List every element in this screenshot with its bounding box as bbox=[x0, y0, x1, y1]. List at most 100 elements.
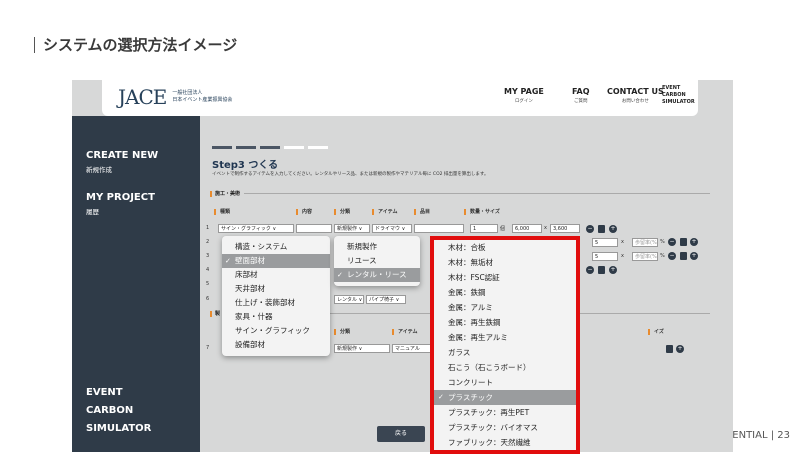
sidebar-event-carbon-simulator[interactable]: EVENT CARBON SIMULATOR bbox=[86, 384, 151, 438]
size-x: x bbox=[544, 225, 547, 231]
type-select[interactable]: サイン・グラフィック ∨ bbox=[218, 224, 294, 233]
type-option[interactable]: 設備部材 bbox=[222, 338, 330, 352]
col-header-product: 品目 bbox=[414, 208, 430, 215]
material-option[interactable]: コンクリート bbox=[434, 375, 576, 390]
progress-segment bbox=[236, 146, 256, 149]
type-option[interactable]: サイン・グラフィック bbox=[222, 324, 330, 338]
step-title: Step3 つくる bbox=[212, 160, 279, 171]
remove-row-icon[interactable]: − bbox=[586, 266, 594, 274]
material-dropdown[interactable]: 木材：合板 木材：無垢材 木材：FSC認証 金属：鉄鋼 金属：アルミ 金属：再生… bbox=[430, 236, 580, 454]
type-option[interactable]: 家具・什器 bbox=[222, 310, 330, 324]
percent-label: % bbox=[660, 253, 665, 259]
yield-rate-input[interactable]: 歩留率(% bbox=[632, 252, 658, 261]
material-option[interactable]: 石こう（石こうボード） bbox=[434, 360, 576, 375]
nav-event-carbon-simulator[interactable]: EVENT CARBON SIMULATOR bbox=[662, 85, 695, 106]
class-option-selected[interactable]: レンタル・リース bbox=[334, 268, 420, 282]
row-number: 6 bbox=[206, 296, 210, 302]
row-number: 4 bbox=[206, 267, 210, 273]
qty-input[interactable]: 1 bbox=[470, 224, 498, 233]
nav-faq[interactable]: FAQ ご質問 bbox=[572, 87, 590, 104]
row-number: 5 bbox=[206, 281, 210, 287]
type-option[interactable]: 仕上げ・装飾部材 bbox=[222, 296, 330, 310]
sidebar: CREATE NEW 新規作成 MY PROJECT 履歴 EVENT CARB… bbox=[72, 116, 200, 452]
nav-mypage[interactable]: MY PAGE ログイン bbox=[504, 87, 544, 104]
copy-row-icon[interactable] bbox=[598, 225, 605, 233]
type-dropdown[interactable]: 構造・システム 壁面部材 床部材 天井部材 仕上げ・装飾部材 家具・什器 サイン… bbox=[222, 236, 330, 356]
item-select[interactable]: パイプ椅子 ∨ bbox=[366, 295, 406, 304]
material-option[interactable]: 金属：再生アルミ bbox=[434, 330, 576, 345]
row-number: 1 bbox=[206, 225, 210, 231]
qty-unit: 個 bbox=[500, 226, 506, 232]
progress-segment bbox=[260, 146, 280, 149]
add-row-icon[interactable]: + bbox=[690, 252, 698, 260]
copy-row-icon[interactable] bbox=[666, 345, 673, 353]
remove-row-icon[interactable]: − bbox=[668, 238, 676, 246]
add-row-icon[interactable]: + bbox=[609, 225, 617, 233]
class-select[interactable]: 新規製作 ∨ bbox=[334, 224, 370, 233]
col-header-size: イズ bbox=[648, 328, 664, 335]
type-option-selected[interactable]: 壁面部材 bbox=[222, 254, 330, 268]
material-option[interactable]: プラスチック：再生PET bbox=[434, 405, 576, 420]
section-header-construction: 施工・美術 bbox=[210, 190, 710, 197]
title-bar bbox=[34, 36, 35, 53]
item-select[interactable]: マニュアル bbox=[392, 344, 432, 353]
back-button[interactable]: 戻る bbox=[377, 426, 425, 442]
content-input[interactable] bbox=[296, 224, 332, 233]
col-header-item: アイテム bbox=[392, 328, 418, 335]
width-input[interactable]: 6,000 bbox=[512, 224, 542, 233]
progress-segment bbox=[212, 146, 232, 149]
col-header-class: 分類 bbox=[334, 328, 350, 335]
col-header-type: 種類 bbox=[214, 208, 230, 215]
product-select[interactable] bbox=[414, 224, 464, 233]
class-option[interactable]: 新規製作 bbox=[334, 240, 420, 254]
remove-row-icon[interactable]: − bbox=[586, 225, 594, 233]
material-option[interactable]: ファブリック：天然繊維 bbox=[434, 435, 576, 450]
material-option[interactable]: プラスチック：バイオマス bbox=[434, 420, 576, 435]
progress-segment bbox=[308, 146, 328, 149]
material-option[interactable]: 金属：アルミ bbox=[434, 300, 576, 315]
nav-contact[interactable]: CONTACT US お問い合わせ bbox=[607, 87, 664, 104]
copy-row-icon[interactable] bbox=[680, 252, 687, 260]
slide-title: システムの選択方法イメージ bbox=[34, 34, 237, 55]
col-header-qty-size: 数量・サイズ bbox=[464, 208, 500, 215]
class-select[interactable]: レンタル ∨ bbox=[334, 295, 364, 304]
add-row-icon[interactable]: + bbox=[609, 266, 617, 274]
jace-logo[interactable]: JACE 一般社団法人 日本イベント産業振興協会 bbox=[118, 85, 232, 109]
class-select[interactable]: 新規製作 ∨ bbox=[334, 344, 390, 353]
material-option[interactable]: 木材：無垢材 bbox=[434, 255, 576, 270]
col-header-content: 内容 bbox=[296, 208, 312, 215]
material-option[interactable]: 金属：再生鉄鋼 bbox=[434, 315, 576, 330]
material-option-selected[interactable]: プラスチック bbox=[434, 390, 576, 405]
step-progress bbox=[212, 146, 328, 149]
yield-input[interactable]: 5 bbox=[592, 252, 618, 261]
logo-org: 一般社団法人 日本イベント産業振興協会 bbox=[172, 90, 233, 103]
size-x: x bbox=[621, 239, 624, 245]
remove-row-icon[interactable]: − bbox=[668, 252, 676, 260]
add-row-icon[interactable]: + bbox=[676, 345, 684, 353]
material-option[interactable]: 木材：FSC認証 bbox=[434, 270, 576, 285]
class-dropdown[interactable]: 新規製作 リユース レンタル・リース bbox=[334, 236, 420, 286]
class-option[interactable]: リユース bbox=[334, 254, 420, 268]
copy-row-icon[interactable] bbox=[598, 266, 605, 274]
sidebar-item-my-project[interactable]: MY PROJECT 履歴 bbox=[86, 192, 155, 216]
material-option[interactable]: ガラス bbox=[434, 345, 576, 360]
item-select[interactable]: ドライマウ ∨ bbox=[372, 224, 412, 233]
step-description: イベントで制作するアイテムを入力してください。レンタルやリース品、または新規の製… bbox=[212, 172, 489, 177]
type-option[interactable]: 床部材 bbox=[222, 268, 330, 282]
material-option[interactable]: 木材：合板 bbox=[434, 240, 576, 255]
type-option[interactable]: 天井部材 bbox=[222, 282, 330, 296]
height-input[interactable]: 3,600 bbox=[550, 224, 580, 233]
copy-row-icon[interactable] bbox=[680, 238, 687, 246]
add-row-icon[interactable]: + bbox=[690, 238, 698, 246]
yield-input[interactable]: 5 bbox=[592, 238, 618, 247]
row-number: 2 bbox=[206, 239, 210, 245]
material-option[interactable]: 金属：鉄鋼 bbox=[434, 285, 576, 300]
logo-mark: JACE bbox=[118, 85, 167, 109]
top-navigation: JACE 一般社団法人 日本イベント産業振興協会 MY PAGE ログイン FA… bbox=[102, 80, 698, 116]
yield-rate-input[interactable]: 歩留率(% bbox=[632, 238, 658, 247]
sidebar-item-create-new[interactable]: CREATE NEW 新規作成 bbox=[86, 150, 158, 174]
col-header-item: アイテム bbox=[372, 208, 398, 215]
type-option[interactable]: 構造・システム bbox=[222, 240, 330, 254]
slide-title-text: システムの選択方法イメージ bbox=[43, 36, 238, 54]
col-header-class: 分類 bbox=[334, 208, 350, 215]
